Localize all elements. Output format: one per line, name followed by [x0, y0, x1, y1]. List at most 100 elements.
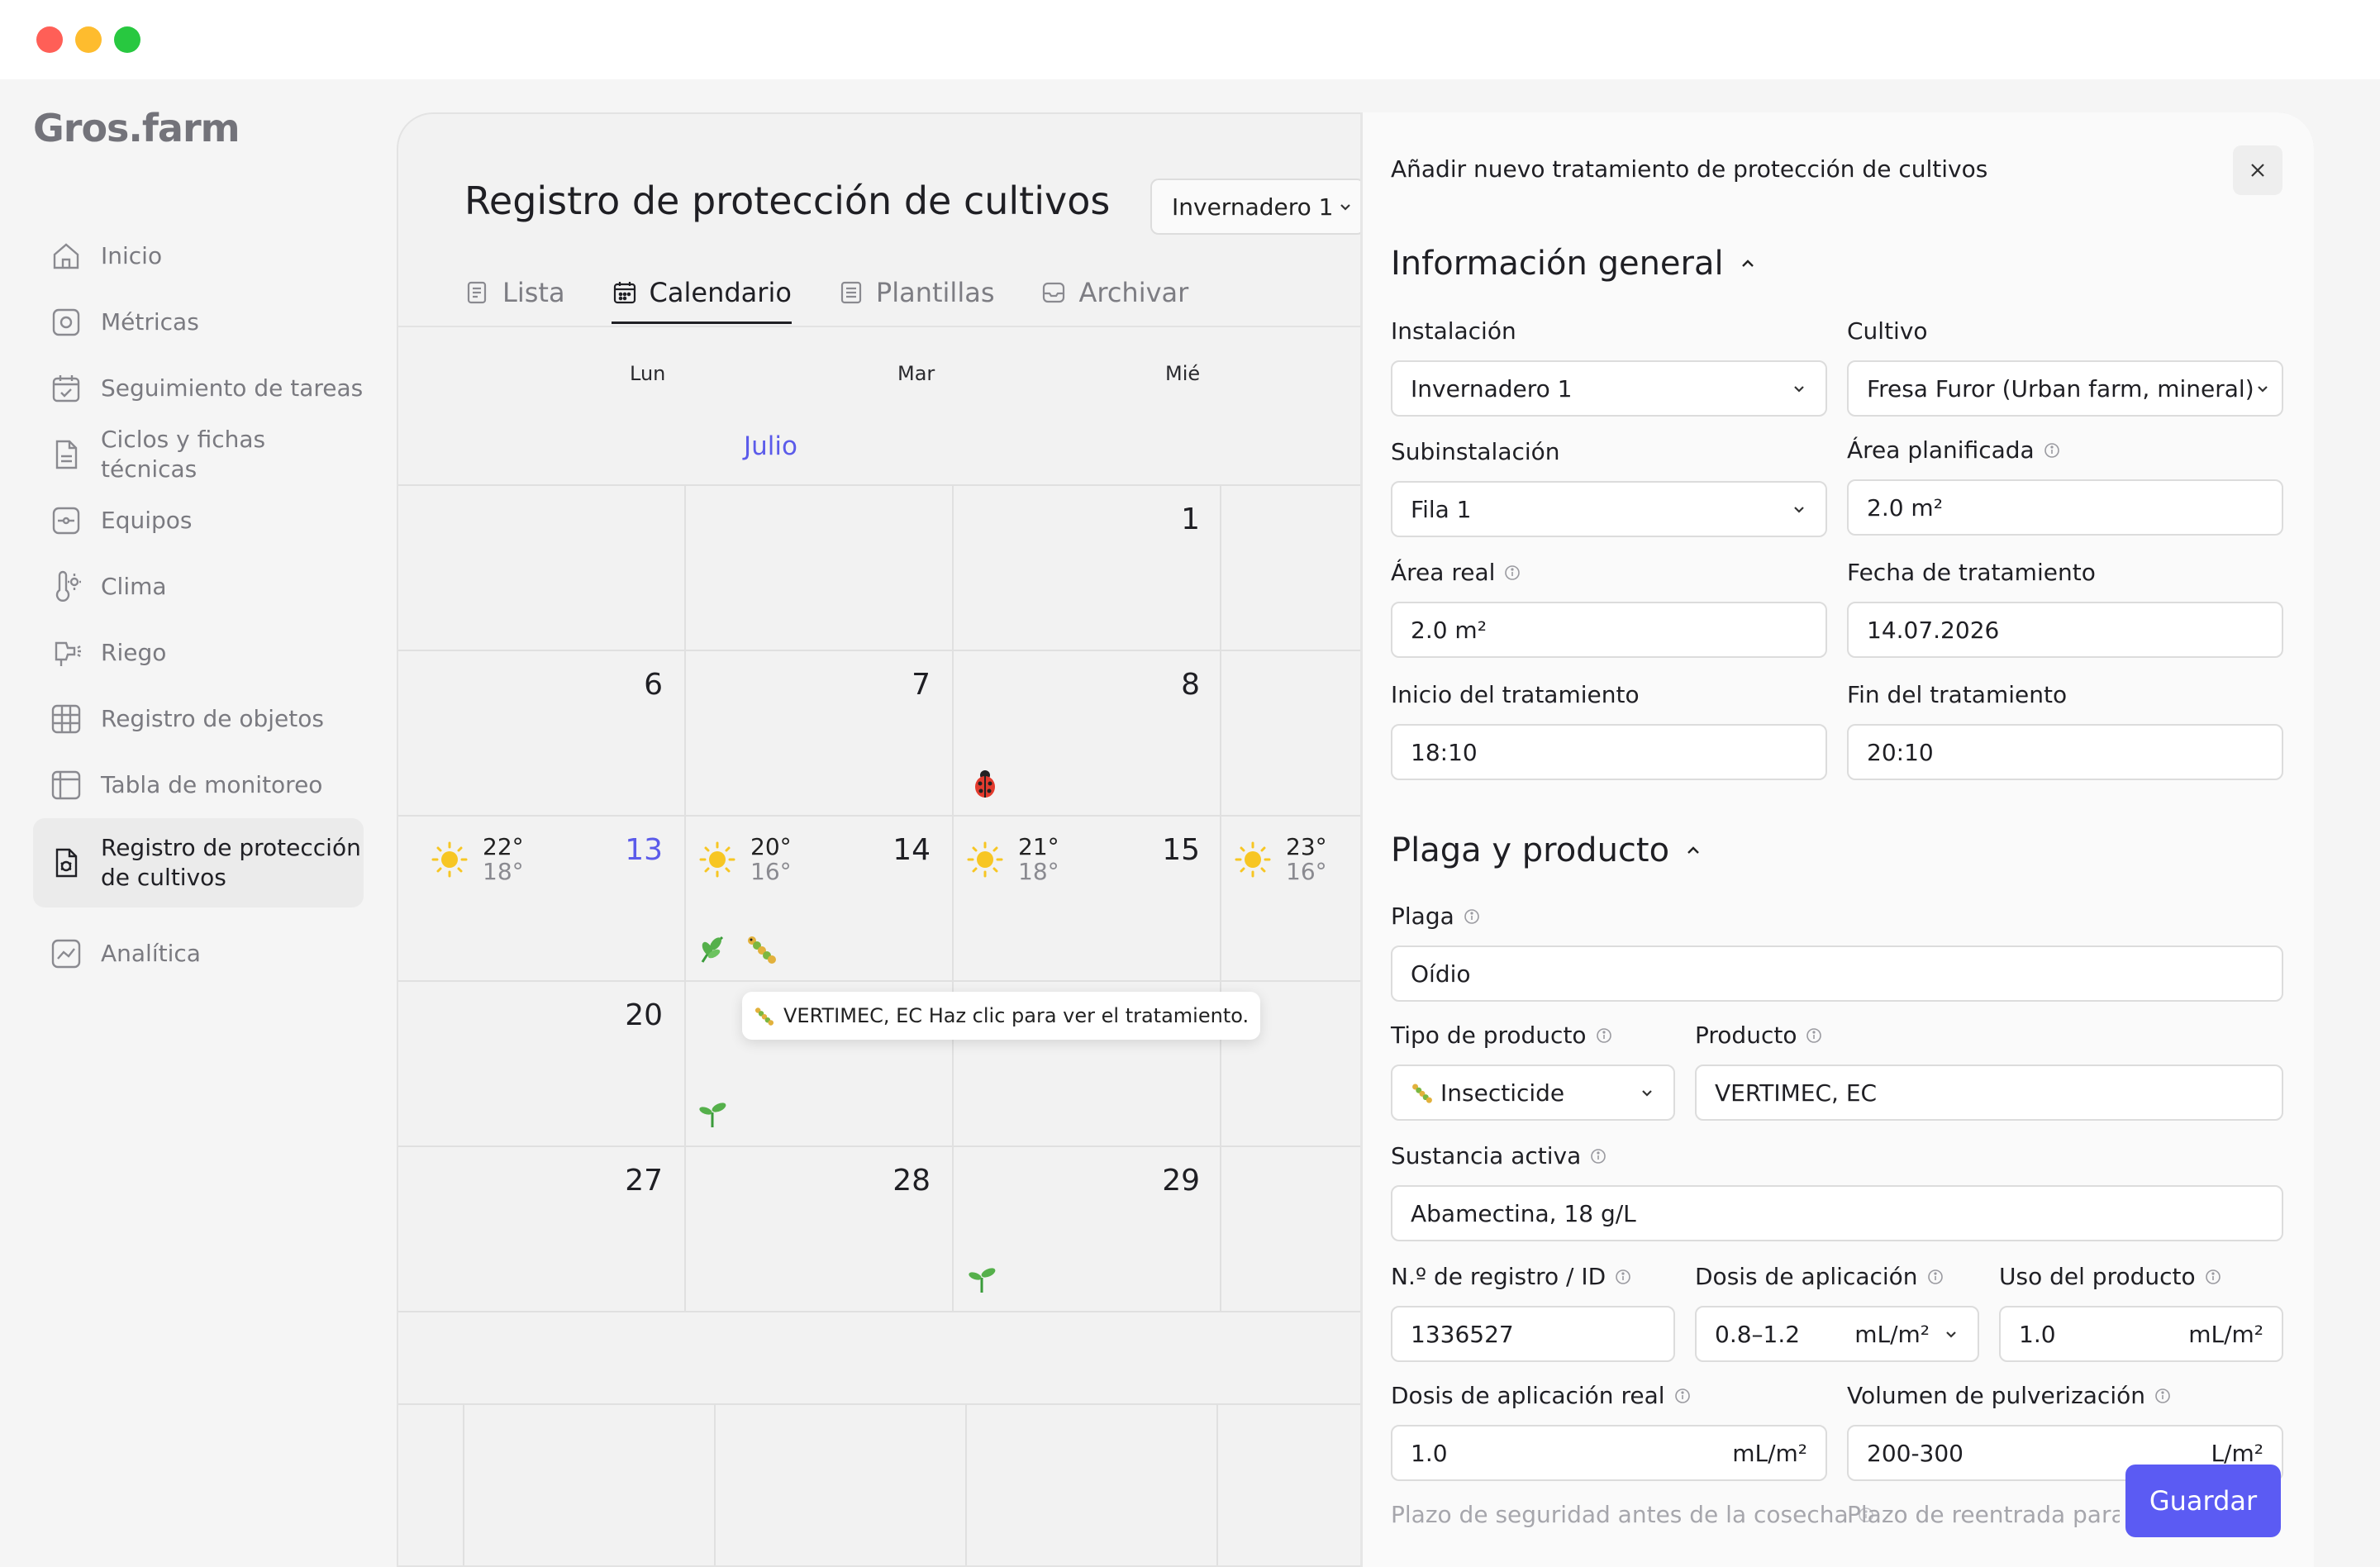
day-14[interactable]: 14 [864, 833, 931, 867]
chevron-down-icon[interactable] [1943, 1326, 1959, 1342]
day-7[interactable]: 7 [864, 668, 931, 702]
sidebar-item-analitica[interactable]: Analítica [33, 922, 364, 985]
day-13[interactable]: 13 [597, 833, 663, 867]
chevron-down-icon [1791, 380, 1807, 397]
sustancia-input[interactable]: Abamectina, 18 g/L [1391, 1185, 2283, 1241]
grid-line [965, 1403, 967, 1565]
tipo-producto-select[interactable]: Insecticide [1391, 1065, 1675, 1121]
plazo-reentrada-label: Plazo de reentrada para tr [1847, 1501, 2120, 1528]
dosis-real-input[interactable]: 1.0 mL/m² [1391, 1425, 1827, 1481]
sidebar-item-tabla-monitoreo[interactable]: Tabla de monitoreo [33, 754, 364, 817]
day-15[interactable]: 15 [1134, 833, 1200, 867]
sidebar-item-label: Registro de objetos [101, 705, 324, 732]
day-1[interactable]: 1 [1134, 502, 1200, 536]
caterpillar-icon[interactable] [745, 932, 778, 965]
ladybug-icon[interactable] [969, 767, 1002, 800]
sidebar-item-seguimiento[interactable]: Seguimiento de tareas [33, 357, 364, 420]
area-real-input[interactable]: 2.0 m² [1391, 602, 1827, 658]
app-logo[interactable]: Gros.farm [33, 106, 240, 150]
sidebar-item-riego[interactable]: Riego [33, 622, 364, 684]
sidebar-item-label: Equipos [101, 507, 193, 534]
day-27[interactable]: 27 [597, 1164, 663, 1198]
info-icon[interactable] [1614, 1268, 1632, 1286]
irrigation-icon [50, 636, 83, 669]
home-icon [50, 240, 83, 273]
weekday-header: Mié [1165, 362, 1201, 385]
save-button[interactable]: Guardar [2125, 1465, 2281, 1537]
drawer-title: Añadir nuevo tratamiento de protección d… [1391, 155, 1988, 183]
temp-high: 22° [483, 833, 524, 860]
facility-select[interactable]: Invernadero 1 [1150, 179, 1365, 235]
chevron-down-icon [1337, 193, 1354, 221]
fin-input[interactable]: 20:10 [1847, 724, 2283, 780]
seedling-icon[interactable] [696, 1098, 729, 1131]
cultivo-label: Cultivo [1847, 317, 1928, 345]
producto-label: Producto [1695, 1022, 1823, 1049]
section-general-toggle[interactable]: Información general [1391, 245, 1757, 283]
tab-label: Calendario [649, 277, 792, 308]
tab-lista[interactable]: Lista [464, 268, 565, 317]
area-planificada-input[interactable]: 2.0 m² [1847, 479, 2283, 536]
info-icon[interactable] [1463, 907, 1481, 926]
day-6[interactable]: 6 [597, 668, 663, 702]
registro-label: N.º de registro / ID [1391, 1263, 1632, 1290]
templates-icon [838, 279, 864, 306]
day-20[interactable]: 20 [597, 998, 663, 1032]
sidebar-item-equipos[interactable]: Equipos [33, 489, 364, 552]
day-28[interactable]: 28 [864, 1164, 931, 1198]
event-tooltip: VERTIMEC, EC Haz clic para ver el tratam… [742, 992, 1261, 1040]
dosis-input[interactable]: 0.8–1.2 mL/m² [1695, 1306, 1979, 1362]
subinstalacion-label: Subinstalación [1391, 438, 1560, 465]
fecha-input[interactable]: 14.07.2026 [1847, 602, 2283, 658]
area-real-label: Área real [1391, 559, 1521, 586]
info-icon[interactable] [1595, 1026, 1613, 1045]
grid-line [398, 1403, 1390, 1405]
instalacion-select[interactable]: Invernadero 1 [1391, 360, 1827, 417]
info-icon[interactable] [2204, 1268, 2222, 1286]
maximize-window-button[interactable] [114, 26, 140, 53]
info-icon[interactable] [1503, 564, 1521, 582]
metrics-icon [50, 306, 83, 339]
info-icon[interactable] [1926, 1268, 1944, 1286]
temp-high: 21° [1018, 833, 1059, 860]
sidebar-item-registro-objetos[interactable]: Registro de objetos [33, 688, 364, 750]
chevron-down-icon [1791, 501, 1807, 517]
info-icon[interactable] [1805, 1026, 1823, 1045]
input-value: 1.0 [1411, 1439, 1448, 1467]
info-icon[interactable] [2154, 1387, 2172, 1405]
sidebar-item-metricas[interactable]: Métricas [33, 291, 364, 354]
cultivo-select[interactable]: Fresa Furor (Urban farm, mineral) [1847, 360, 2283, 417]
tab-plantillas[interactable]: Plantillas [838, 268, 994, 317]
tab-archivar[interactable]: Archivar [1040, 268, 1188, 317]
seedling-icon[interactable] [965, 1263, 998, 1296]
registro-input[interactable]: 1336527 [1391, 1306, 1675, 1362]
temp-low: 18° [1018, 858, 1059, 885]
minimize-window-button[interactable] [75, 26, 102, 53]
archive-icon [1040, 279, 1067, 306]
section-pest-toggle[interactable]: Plaga y producto [1391, 831, 1702, 869]
plaga-input[interactable]: Oídio [1391, 945, 2283, 1002]
temp-high: 23° [1286, 833, 1327, 860]
close-drawer-button[interactable] [2233, 145, 2282, 195]
weekday-header: Lun [630, 362, 666, 385]
info-icon[interactable] [2043, 441, 2061, 460]
day-29[interactable]: 29 [1134, 1164, 1200, 1198]
sidebar-item-ciclos[interactable]: Ciclos y fichas técnicas [33, 423, 364, 486]
day-8[interactable]: 8 [1134, 668, 1200, 702]
herb-icon[interactable] [696, 932, 729, 965]
fin-label: Fin del tratamiento [1847, 681, 2068, 708]
tab-calendario[interactable]: Calendario [611, 268, 793, 324]
area-planificada-label: Área planificada [1847, 436, 2061, 464]
close-window-button[interactable] [36, 26, 63, 53]
inicio-input[interactable]: 18:10 [1391, 724, 1827, 780]
sidebar-item-clima[interactable]: Clima [33, 555, 364, 618]
info-icon[interactable] [1589, 1147, 1607, 1165]
subinstalacion-select[interactable]: Fila 1 [1391, 481, 1827, 537]
uso-input[interactable]: 1.0 mL/m² [1999, 1306, 2283, 1362]
sidebar-item-inicio[interactable]: Inicio [33, 225, 364, 288]
info-icon[interactable] [1673, 1387, 1692, 1405]
uso-label: Uso del producto [1999, 1263, 2222, 1290]
producto-input[interactable]: VERTIMEC, EC [1695, 1065, 2283, 1121]
sidebar-item-registro-proteccion[interactable]: Registro de protección de cultivos [33, 818, 364, 907]
protection-icon [50, 846, 83, 879]
